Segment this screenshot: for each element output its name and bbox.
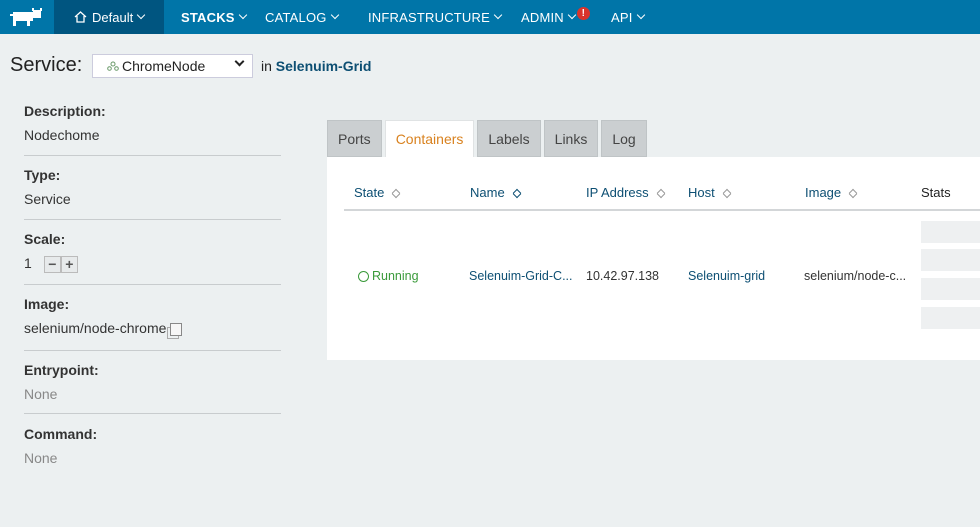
- nav-stacks-label: STACKS: [181, 9, 235, 25]
- copy-icon[interactable]: [167, 322, 183, 339]
- sort-icon: [657, 187, 665, 199]
- scale-decrease-button[interactable]: −: [43, 255, 61, 273]
- top-nav: Default STACKS CATALOG INFRASTRUCTURE AD…: [0, 0, 980, 34]
- entrypoint-label: Entrypoint:: [24, 362, 99, 378]
- column-header-state[interactable]: State: [354, 185, 400, 200]
- divider: [24, 350, 281, 351]
- nav-infrastructure[interactable]: INFRASTRUCTURE: [368, 0, 503, 34]
- service-stack-ref: in Selenuim-Grid: [261, 58, 371, 74]
- nav-api-label: API: [611, 9, 633, 25]
- stats-header-label: Stats: [921, 185, 951, 200]
- entrypoint-value: None: [24, 386, 58, 402]
- divider: [24, 284, 281, 285]
- detail-description: Description: Nodechome: [24, 103, 281, 156]
- running-status-icon: [358, 270, 369, 282]
- column-header-stats: Stats: [921, 185, 951, 200]
- tab-ports[interactable]: Ports: [327, 120, 382, 157]
- environment-label: Default: [92, 9, 134, 25]
- ip-address-value: 10.42.97.138: [586, 269, 659, 283]
- ip-header-label: IP Address: [586, 185, 649, 200]
- sort-icon: [513, 187, 521, 199]
- type-value: Service: [24, 191, 71, 207]
- detail-image: Image: selenium/node-chrome: [24, 296, 281, 351]
- scale-increase-button[interactable]: +: [60, 255, 78, 273]
- nav-stacks[interactable]: STACKS: [181, 0, 247, 34]
- alert-badge-icon: !: [576, 6, 590, 20]
- stats-sparkline-memory: [921, 249, 980, 271]
- scale-value: 1: [24, 255, 32, 271]
- host-header-label: Host: [688, 185, 715, 200]
- nav-admin-label: ADMIN: [521, 9, 564, 25]
- image-cell-value: selenium/node-c...: [804, 269, 907, 283]
- detail-scale: Scale: 1− +: [24, 231, 281, 285]
- image-header-label: Image: [805, 185, 842, 200]
- chevron-down-icon: [234, 56, 245, 67]
- nav-catalog[interactable]: CATALOG: [265, 0, 339, 34]
- service-select-value: ChromeNode: [122, 58, 206, 74]
- chevron-down-icon: [493, 10, 503, 20]
- chevron-down-icon: [567, 10, 577, 20]
- column-header-host[interactable]: Host: [688, 185, 731, 200]
- state-value: Running: [372, 269, 419, 283]
- chevron-down-icon: [238, 10, 247, 20]
- containers-panel: State Name IP Address Host Image Stats R…: [327, 157, 980, 360]
- stack-link[interactable]: Selenuim-Grid: [276, 58, 372, 74]
- chevron-down-icon: [136, 10, 146, 20]
- nav-admin[interactable]: ADMIN !: [521, 0, 590, 34]
- command-label: Command:: [24, 426, 98, 442]
- sort-icon: [723, 187, 731, 199]
- image-value: selenium/node-chrome: [24, 320, 167, 336]
- divider: [24, 413, 281, 414]
- service-select[interactable]: ChromeNode: [92, 54, 253, 78]
- column-header-ip[interactable]: IP Address: [586, 185, 665, 200]
- stats-sparkline-cpu: [921, 221, 980, 243]
- stats-sparkline-disk: [921, 307, 980, 329]
- service-icon: [107, 61, 119, 71]
- nav-infrastructure-label: INFRASTRUCTURE: [368, 9, 490, 25]
- header-divider: [344, 209, 980, 211]
- scale-controls: 1− +: [24, 255, 281, 273]
- detail-type: Type: Service: [24, 167, 281, 220]
- state-cell: Running: [358, 269, 419, 283]
- column-header-image[interactable]: Image: [805, 185, 857, 200]
- nav-api[interactable]: API: [611, 0, 645, 34]
- sort-icon: [392, 187, 400, 199]
- container-name-link[interactable]: Selenuim-Grid-C...: [469, 269, 573, 283]
- name-header-label: Name: [470, 185, 505, 200]
- environment-dropdown[interactable]: Default: [54, 0, 164, 34]
- rancher-logo[interactable]: [0, 0, 54, 34]
- divider: [24, 219, 281, 220]
- in-text: in: [261, 58, 272, 74]
- service-heading: Service:: [10, 54, 83, 76]
- tab-bar: Ports Containers Labels Links Log: [327, 120, 650, 158]
- nav-catalog-label: CATALOG: [265, 9, 327, 25]
- state-header-label: State: [354, 185, 385, 200]
- command-value: None: [24, 450, 58, 466]
- host-link[interactable]: Selenuim-grid: [688, 269, 765, 283]
- tab-log[interactable]: Log: [601, 120, 647, 157]
- stats-sparkline-network: [921, 278, 980, 300]
- column-header-name[interactable]: Name: [470, 185, 521, 200]
- home-icon: [74, 11, 87, 23]
- type-label: Type:: [24, 167, 61, 183]
- cow-logo-icon: [10, 8, 42, 26]
- scale-label: Scale:: [24, 231, 66, 247]
- image-label: Image:: [24, 296, 70, 312]
- chevron-down-icon: [330, 10, 339, 20]
- sort-icon: [849, 187, 857, 199]
- description-value: Nodechome: [24, 127, 100, 143]
- tab-links[interactable]: Links: [543, 120, 599, 157]
- divider: [24, 155, 281, 156]
- chevron-down-icon: [636, 10, 645, 20]
- image-value-row: selenium/node-chrome: [24, 320, 281, 339]
- detail-command: Command: None: [24, 426, 281, 466]
- tab-containers[interactable]: Containers: [384, 120, 475, 158]
- tab-labels[interactable]: Labels: [477, 120, 541, 157]
- detail-entrypoint: Entrypoint: None: [24, 362, 281, 414]
- description-label: Description:: [24, 103, 106, 119]
